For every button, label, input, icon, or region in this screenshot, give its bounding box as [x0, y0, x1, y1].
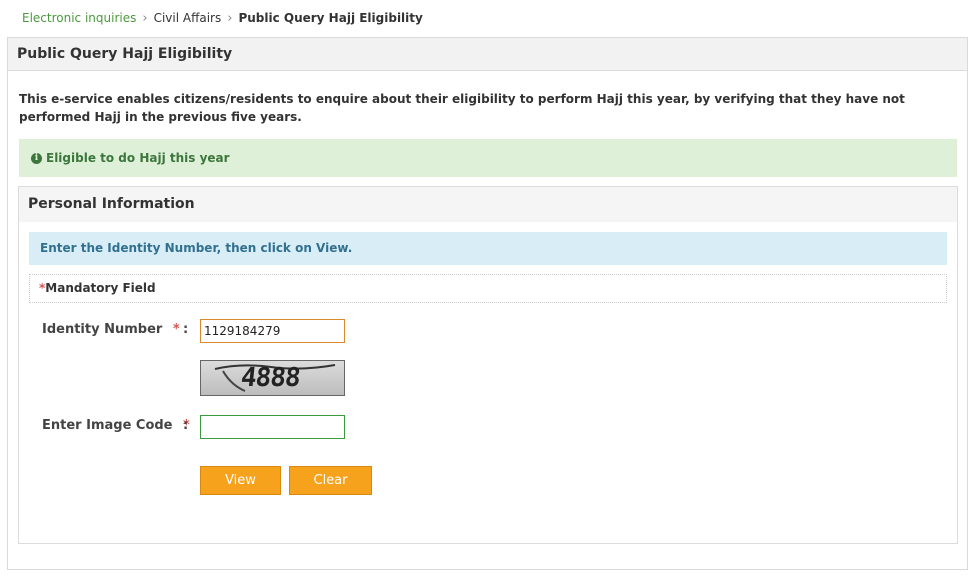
image-code-input[interactable] — [200, 415, 345, 439]
page-title: Public Query Hajj Eligibility — [8, 38, 967, 71]
clear-button[interactable]: Clear — [289, 466, 372, 495]
eligibility-result-alert: i Eligible to do Hajj this year — [19, 139, 957, 177]
required-marker: * — [172, 322, 180, 337]
instruction-alert: Enter the Identity Number, then click on… — [29, 232, 947, 265]
breadcrumb-link-electronic-inquiries[interactable]: Electronic inquiries — [22, 11, 136, 25]
identity-number-colon: : — [183, 322, 189, 337]
breadcrumb-link-civil-affairs[interactable]: Civil Affairs — [154, 11, 222, 25]
image-code-label-text: Enter Image Code — [42, 418, 173, 433]
identity-number-input[interactable] — [200, 319, 345, 343]
breadcrumb-current: Public Query Hajj Eligibility — [238, 11, 423, 25]
personal-information-title: Personal Information — [19, 187, 957, 222]
mandatory-note: *Mandatory Field — [29, 274, 947, 303]
identity-number-label-text: Identity Number — [42, 322, 163, 337]
chevron-right-icon: › — [227, 10, 233, 26]
info-circle-icon: i — [31, 152, 42, 164]
service-description: This e-service enables citizens/resident… — [19, 92, 905, 124]
chevron-right-icon: › — [142, 10, 148, 26]
image-code-label: Enter Image Code * — [42, 418, 190, 433]
breadcrumb: Electronic inquiries › Civil Affairs › P… — [22, 10, 423, 26]
identity-number-label: Identity Number * — [42, 322, 180, 337]
main-panel: Public Query Hajj Eligibility This e-ser… — [7, 37, 968, 570]
mandatory-note-text: Mandatory Field — [45, 281, 156, 295]
image-code-colon: : — [183, 418, 189, 433]
eligibility-result-text: Eligible to do Hajj this year — [46, 151, 230, 165]
personal-information-panel: Personal Information Enter the Identity … — [18, 186, 958, 544]
captcha-image: 4888 — [200, 360, 345, 396]
view-button[interactable]: View — [200, 466, 281, 495]
captcha-text: 4888 — [239, 363, 302, 393]
